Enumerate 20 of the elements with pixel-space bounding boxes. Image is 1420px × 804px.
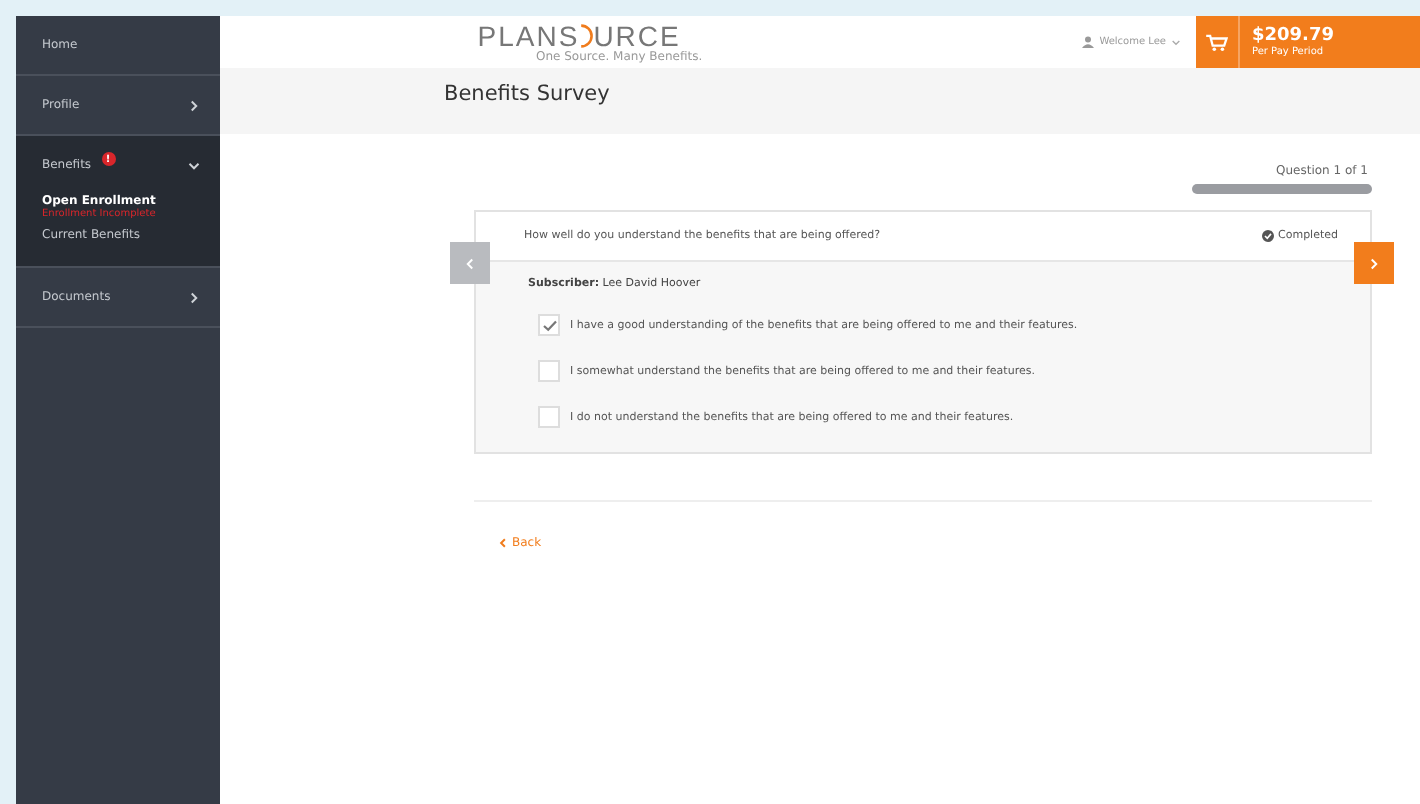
logo-text: URCE: [593, 21, 681, 49]
chevron-icon: [188, 159, 200, 171]
user-icon: [1081, 36, 1094, 48]
chevron-left-icon: [464, 257, 476, 269]
cart-icon: [1206, 33, 1228, 51]
check-circle-icon: [1262, 230, 1274, 242]
checkbox[interactable]: [538, 406, 560, 428]
next-button[interactable]: [1354, 242, 1394, 284]
previous-button[interactable]: [450, 242, 490, 284]
logo-text: PLANS: [477, 21, 580, 49]
chevron-right-icon: [1368, 257, 1380, 269]
cart-total: $209.79: [1252, 26, 1334, 46]
chevron-icon: [188, 291, 200, 303]
chevron-left-icon: [498, 538, 508, 548]
caret-icon: [1172, 39, 1180, 45]
logo-arc-icon: [577, 21, 594, 49]
page-title: Benefits Survey: [444, 82, 610, 106]
checkbox[interactable]: [538, 314, 560, 336]
chevron-icon: [188, 99, 200, 111]
checkbox[interactable]: [538, 360, 560, 382]
